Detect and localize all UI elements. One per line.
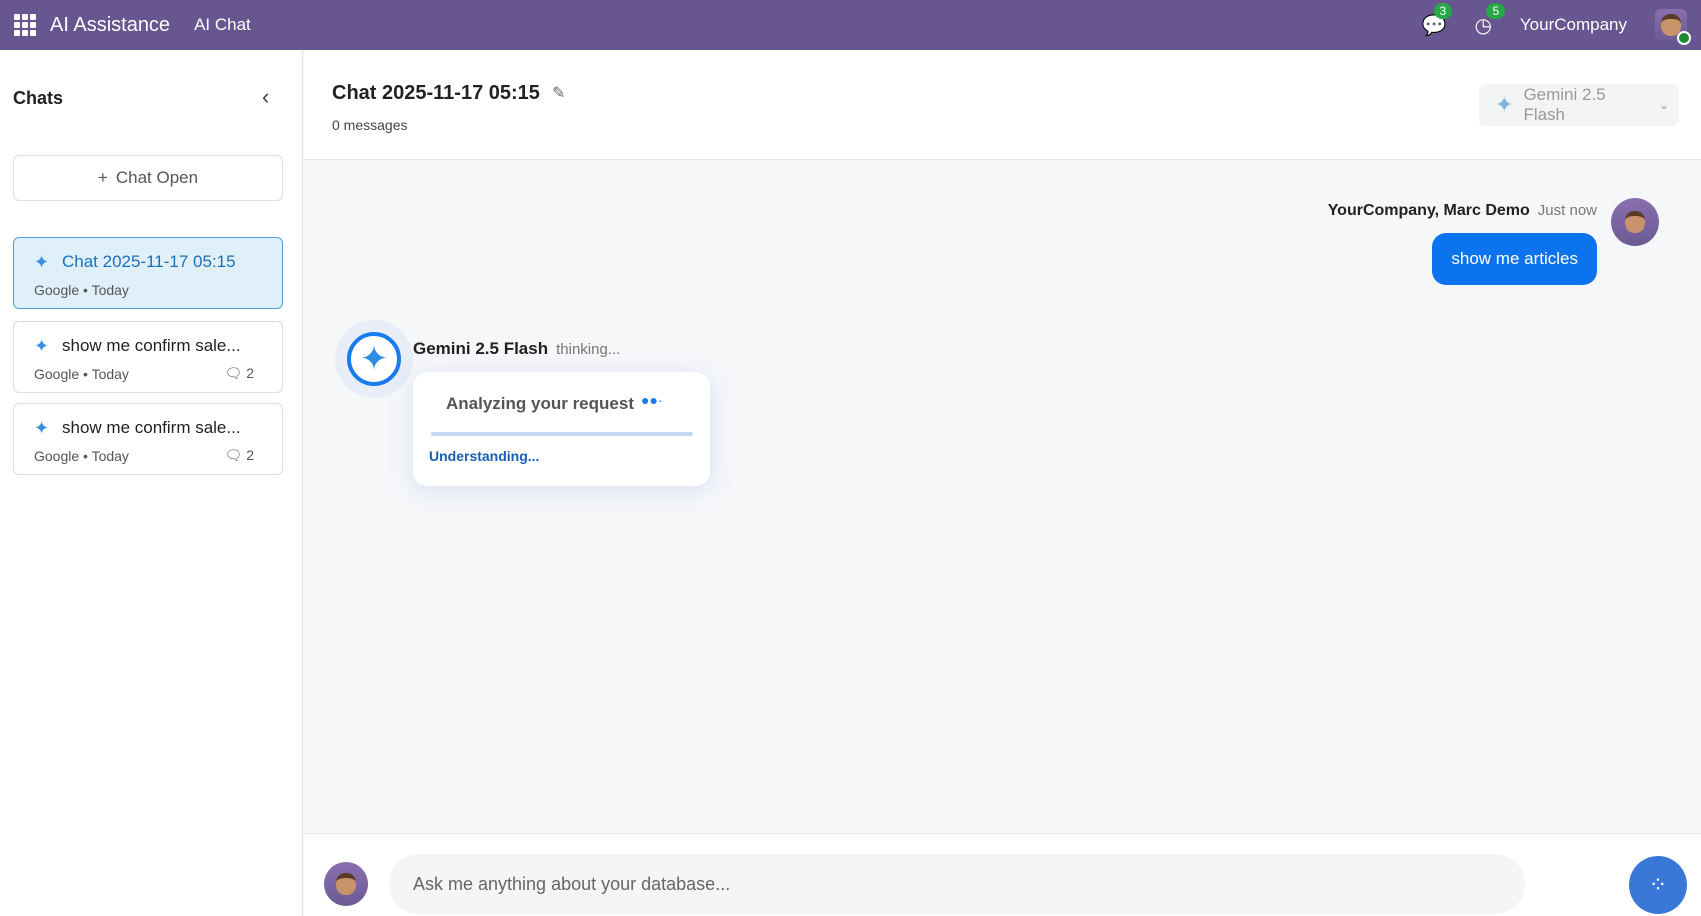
pencil-icon[interactable]: ✎ (552, 83, 565, 103)
activities-button[interactable]: ◷ 5 (1474, 2, 1506, 38)
count-value: 2 (246, 365, 254, 381)
chat-title: Chat 2025-11-17 05:15 (332, 82, 540, 104)
chat-subtitle: Google • Today (34, 282, 129, 298)
model-selector[interactable]: ✦ Gemini 2.5 Flash ⌄ (1479, 84, 1679, 126)
chevron-down-icon: ⌄ (1658, 98, 1669, 112)
user-message-avatar (1611, 198, 1659, 246)
user-avatar[interactable] (1655, 9, 1691, 45)
sparkle-icon: ✦ (1495, 92, 1514, 117)
user-message-meta: YourCompany, Marc Demo Just now (1328, 202, 1597, 220)
activities-badge: 5 (1486, 2, 1506, 19)
sparkle-icon: ✦ (34, 336, 50, 356)
timestamp: Just now (1537, 202, 1597, 219)
composer-avatar (324, 862, 368, 906)
chat-header: Chat 2025-11-17 05:15 ✎ 0 messages ✦ Gemi… (304, 50, 1701, 160)
new-chat-button[interactable]: + Chat Open (13, 155, 283, 201)
chat-list-item[interactable]: ✦ show me confirm sale... Google • Today… (13, 403, 283, 475)
sparkle-icon: ✦ (34, 418, 50, 438)
messages-badge: 3 (1433, 2, 1453, 19)
comment-icon: 🗨 (224, 365, 247, 381)
chat-sidebar: Chats ‹ + Chat Open ✦ Chat 2025-11-17 05:… (0, 50, 303, 916)
app-grid-icon[interactable] (14, 14, 36, 36)
chat-list-item[interactable]: ✦ show me confirm sale... Google • Today… (13, 321, 283, 393)
messages-button[interactable]: 💬 3 (1422, 2, 1453, 38)
chat-subtitle: Google • Today (34, 448, 129, 464)
new-chat-label: Chat Open (115, 168, 199, 187)
model-label: Gemini 2.5 Flash (1523, 85, 1606, 124)
ai-status: thinking... (556, 341, 621, 358)
ai-name: Gemini 2.5 Flash (413, 339, 549, 358)
message-input[interactable] (389, 854, 1525, 914)
user-message-bubble: show me articles (1432, 233, 1597, 285)
collapse-sidebar-icon[interactable]: ‹ (262, 84, 269, 110)
thinking-card: Analyzing your request ●●· Understanding… (413, 372, 710, 486)
chat-subtitle: Google • Today (34, 366, 129, 382)
progress-bar (431, 432, 693, 436)
loading-spinner-icon: ⁘ (1648, 872, 1668, 897)
message-count: 🗨 2 (225, 365, 254, 382)
chat-title: show me confirm sale... (62, 418, 241, 437)
sparkle-icon: ✦ (347, 332, 401, 386)
online-status-icon (1677, 31, 1691, 45)
comment-icon: 🗨 (224, 447, 247, 463)
message-count: 0 messages (332, 117, 408, 133)
chat-title: show me confirm sale... (62, 336, 241, 355)
composer: ⁘ (304, 833, 1701, 916)
plus-icon: + (97, 168, 108, 187)
sparkle-icon: ✦ (34, 252, 50, 272)
top-navbar: AI Assistance AI Chat 💬 3 ◷ 5 YourCompany (0, 0, 1701, 50)
progress-step: Understanding... (429, 448, 540, 464)
message-count: 🗨 2 (225, 447, 254, 464)
ai-message-meta: Gemini 2.5 Flash thinking... (413, 339, 620, 359)
send-button[interactable]: ⁘ (1629, 856, 1687, 914)
app-brand[interactable]: AI Assistance (50, 14, 170, 37)
count-value: 2 (246, 447, 254, 463)
chat-list-item[interactable]: ✦ Chat 2025-11-17 05:15 Google • Today (13, 237, 283, 309)
company-switcher[interactable]: YourCompany (1520, 15, 1627, 35)
loading-dots-icon: ●●· (641, 392, 663, 408)
ai-avatar: ✦ (335, 320, 413, 398)
menu-ai-chat[interactable]: AI Chat (194, 15, 251, 35)
progress-title: Analyzing your request (446, 394, 634, 413)
chat-title: Chat 2025-11-17 05:15 (62, 252, 236, 271)
sender-name: YourCompany, Marc Demo (1327, 202, 1530, 219)
sidebar-title: Chats (13, 88, 64, 108)
